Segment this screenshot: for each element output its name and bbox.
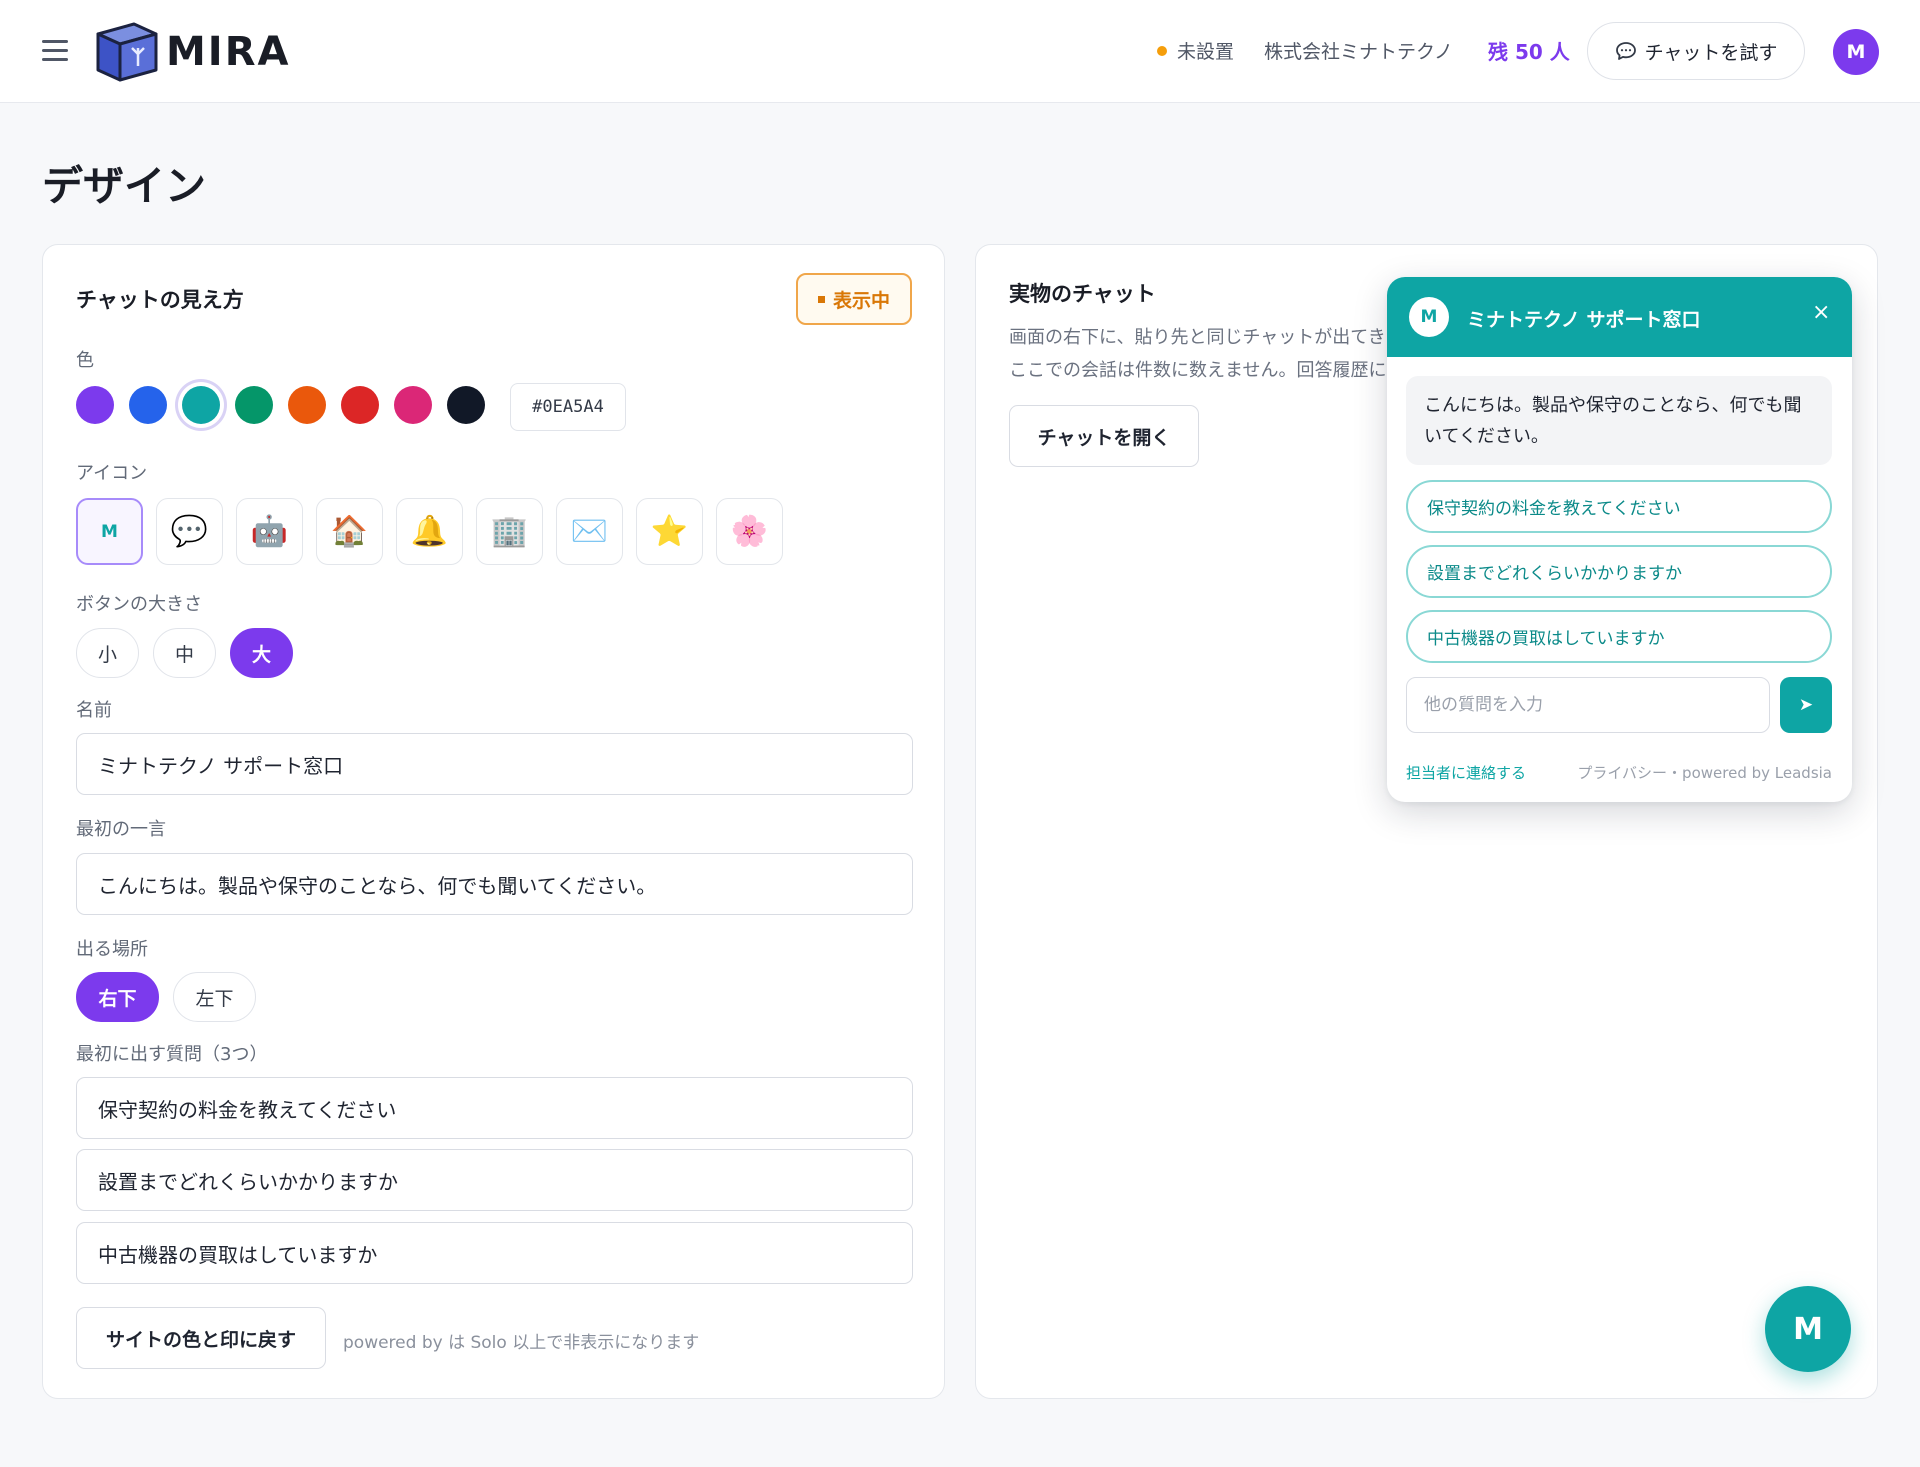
speech-bubble-icon: 💬 xyxy=(170,514,209,549)
close-icon[interactable]: × xyxy=(1812,302,1830,324)
try-chat-label: チャットを試す xyxy=(1644,41,1778,64)
icon-option-bell[interactable]: 🔔 xyxy=(396,498,463,565)
chat-widget: M ミナトテクノ サポート窓口 × こんにちは。製品や保守のことなら、何でも聞い… xyxy=(1387,277,1852,802)
chat-launcher-button[interactable]: M xyxy=(1765,1286,1851,1372)
chat-message-input[interactable] xyxy=(1406,677,1770,733)
color-hex-input[interactable]: #0EA5A4 xyxy=(510,383,626,431)
open-chat-button[interactable]: チャットを開く xyxy=(1009,405,1199,467)
color-swatch-pink[interactable] xyxy=(394,386,432,424)
bell-icon: 🔔 xyxy=(410,514,449,549)
suggested-question-3[interactable]: 中古機器の買取はしていますか xyxy=(1406,610,1832,663)
house-icon: 🏠 xyxy=(330,514,369,549)
name-input[interactable]: ミナトテクノ サポート窓口 xyxy=(76,733,913,795)
question-input-1[interactable]: 保守契約の料金を教えてください xyxy=(76,1077,913,1139)
hamburger-menu-icon[interactable] xyxy=(42,40,68,62)
icon-option-envelope[interactable]: ✉️ xyxy=(556,498,623,565)
appearance-title: チャットの見え方 xyxy=(76,288,244,312)
letter-m-icon: M xyxy=(101,521,118,542)
status-dot-icon xyxy=(1157,45,1167,56)
page-title: デザイン xyxy=(42,162,206,210)
icon-label: アイコン xyxy=(76,463,148,484)
icon-option-robot[interactable]: 🤖 xyxy=(236,498,303,565)
top-bar: MIRA 未設置 株式会社ミナトテクノ 残 50 人 チャットを試す M xyxy=(0,0,1920,103)
size-small-button[interactable]: 小 xyxy=(76,628,139,678)
badge-label: 表示中 xyxy=(832,289,890,312)
chat-widget-avatar: M xyxy=(1409,297,1449,337)
icon-option-house[interactable]: 🏠 xyxy=(316,498,383,565)
color-swatch-purple[interactable] xyxy=(76,386,114,424)
showing-badge[interactable]: 表示中 xyxy=(796,273,912,325)
reset-to-site-colors-button[interactable]: サイトの色と印に戻す xyxy=(76,1307,326,1369)
company-name: 株式会社ミナトテクノ xyxy=(1264,41,1453,63)
color-swatch-green[interactable] xyxy=(235,386,273,424)
try-chat-button[interactable]: チャットを試す xyxy=(1587,22,1805,80)
question-input-2[interactable]: 設置までどれくらいかかりますか xyxy=(76,1149,913,1211)
position-bottom-left-button[interactable]: 左下 xyxy=(173,972,256,1022)
name-label: 名前 xyxy=(76,700,112,721)
badge-square-icon xyxy=(817,295,825,303)
greeting-input[interactable]: こんにちは。製品や保守のことなら、何でも聞いてください。 xyxy=(76,853,913,915)
suggested-question-1[interactable]: 保守契約の料金を教えてください xyxy=(1406,480,1832,533)
cube-logo-icon xyxy=(96,22,158,82)
remaining-count: 残 50 人 xyxy=(1488,40,1570,64)
user-avatar[interactable]: M xyxy=(1833,29,1879,75)
color-swatch-blue[interactable] xyxy=(129,386,167,424)
powered-by-note: powered by は Solo 以上で非表示になります xyxy=(343,1333,700,1353)
position-label: 出る場所 xyxy=(76,939,148,960)
preview-title: 実物のチャット xyxy=(1009,282,1156,306)
chat-widget-header: M ミナトテクノ サポート窓口 × xyxy=(1387,277,1852,357)
size-medium-button[interactable]: 中 xyxy=(153,628,216,678)
install-status: 未設置 xyxy=(1157,37,1234,64)
chat-widget-name: ミナトテクノ サポート窓口 xyxy=(1467,309,1701,331)
chat-bubble-icon xyxy=(1615,41,1637,61)
contact-staff-link[interactable]: 担当者に連絡する xyxy=(1406,762,1526,783)
office-building-icon: 🏢 xyxy=(490,514,529,549)
envelope-icon: ✉️ xyxy=(570,514,609,549)
color-swatch-orange[interactable] xyxy=(288,386,326,424)
icon-option-cherry-blossom[interactable]: 🌸 xyxy=(716,498,783,565)
logo[interactable]: MIRA xyxy=(94,20,290,84)
color-swatch-black[interactable] xyxy=(447,386,485,424)
install-status-label: 未設置 xyxy=(1177,41,1235,63)
position-bottom-right-button[interactable]: 右下 xyxy=(76,972,159,1022)
color-swatch-red[interactable] xyxy=(341,386,379,424)
send-icon[interactable]: ➤ xyxy=(1780,677,1832,733)
greeting-label: 最初の一言 xyxy=(76,819,166,840)
icon-option-speech-bubble[interactable]: 💬 xyxy=(156,498,223,565)
questions-label: 最初に出す質問（3つ） xyxy=(76,1044,268,1065)
chat-greeting-message: こんにちは。製品や保守のことなら、何でも聞いてください。 xyxy=(1406,376,1832,465)
size-large-button[interactable]: 大 xyxy=(230,628,293,678)
icon-option-letter-m[interactable]: M xyxy=(76,498,143,565)
icon-option-star[interactable]: ⭐ xyxy=(636,498,703,565)
star-icon: ⭐ xyxy=(650,514,689,549)
size-label: ボタンの大きさ xyxy=(76,594,202,615)
color-swatch-teal[interactable] xyxy=(182,386,220,424)
question-input-3[interactable]: 中古機器の買取はしていますか xyxy=(76,1222,913,1284)
robot-icon: 🤖 xyxy=(250,514,289,549)
cherry-blossom-icon: 🌸 xyxy=(730,514,769,549)
color-label: 色 xyxy=(76,350,94,371)
icon-option-office-building[interactable]: 🏢 xyxy=(476,498,543,565)
appearance-panel: チャットの見え方 表示中 色 #0EA5A4 アイコン M 💬 🤖 🏠 🔔 🏢 … xyxy=(42,244,945,1399)
privacy-powered-by[interactable]: プライバシー・powered by Leadsia xyxy=(1573,762,1832,783)
brand-name: MIRA xyxy=(166,29,291,75)
suggested-question-2[interactable]: 設置までどれくらいかかりますか xyxy=(1406,545,1832,598)
